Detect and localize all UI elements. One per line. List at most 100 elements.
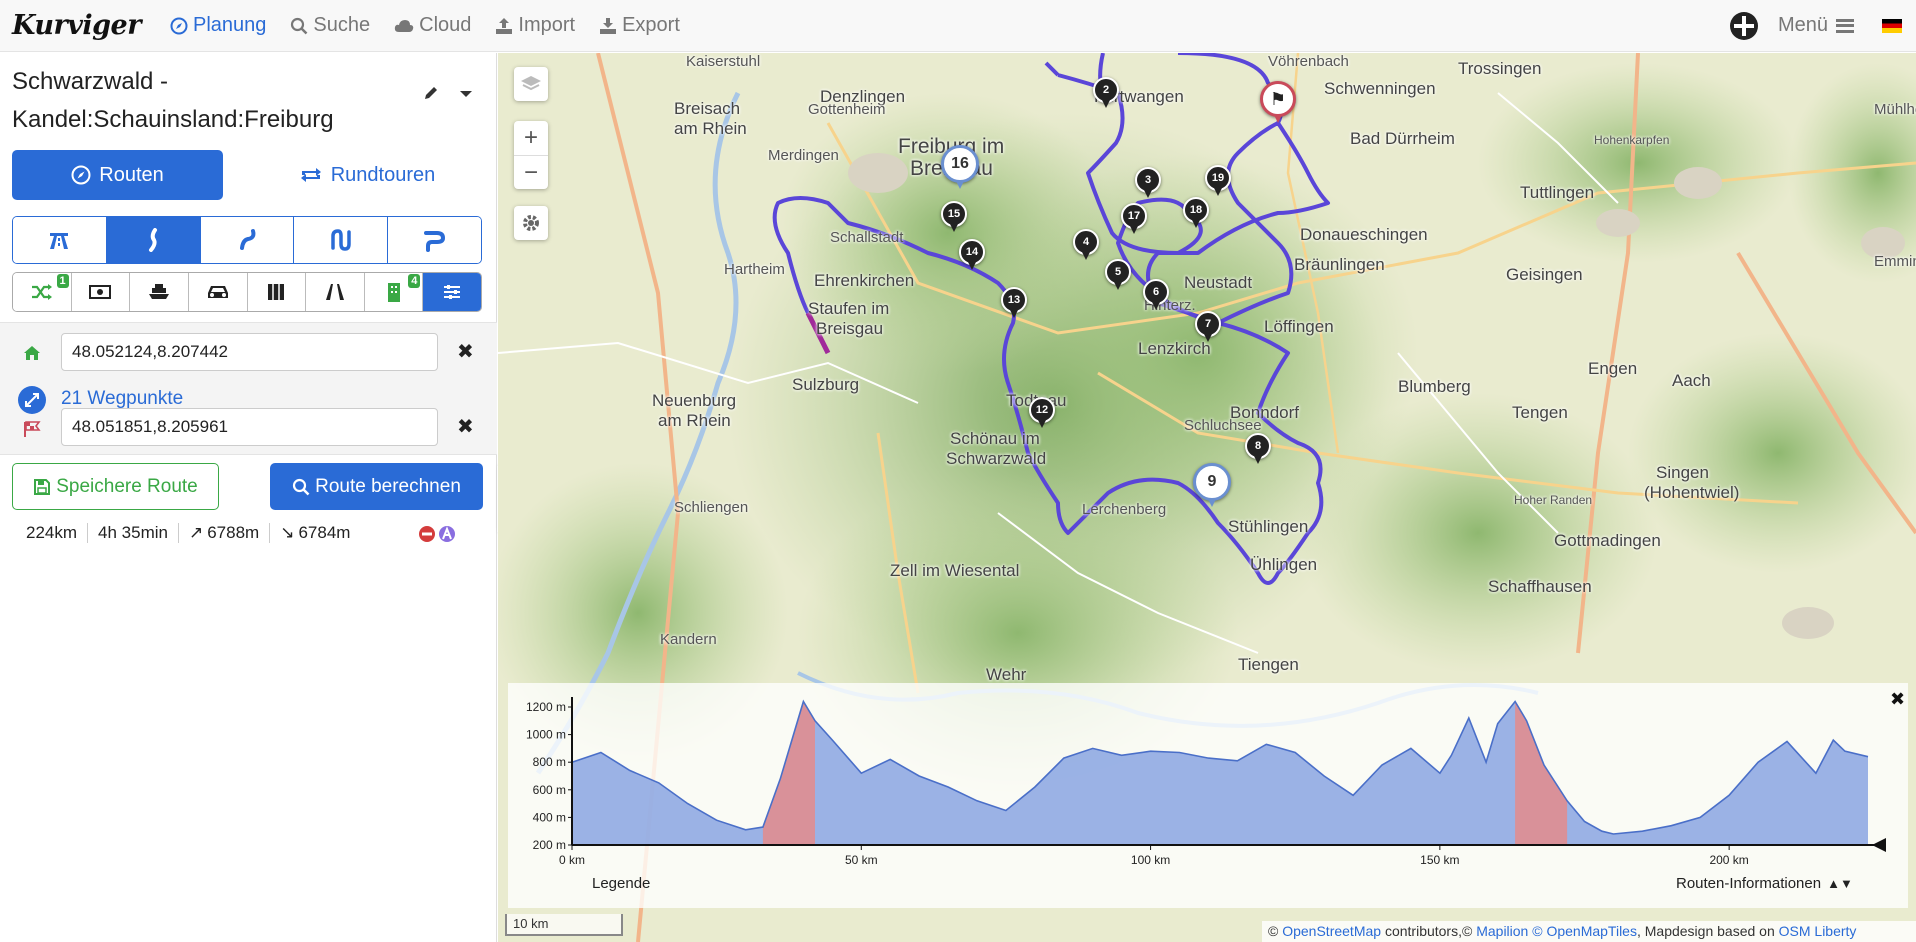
toll-option-button[interactable] (71, 273, 131, 311)
profile-super-curvy-button[interactable] (294, 217, 389, 263)
expand-waypoints-icon[interactable] (18, 386, 46, 414)
map-label: Neuenburg (652, 391, 737, 410)
route-title[interactable]: Schwarzwald - Kandel:Schauinsland:Freibu… (12, 63, 412, 139)
profile-fastest-curvy-button[interactable] (388, 217, 481, 263)
x-tick-label: 200 km (1709, 853, 1748, 867)
ferry-icon (149, 284, 170, 299)
duration-value: 4h 35min (98, 523, 168, 542)
settings-control[interactable] (514, 206, 548, 240)
waypoint-marker[interactable]: 7 (1195, 311, 1221, 342)
waypoint-marker[interactable]: 3 (1135, 167, 1161, 198)
fast-curvy-road-icon (423, 231, 445, 252)
pencil-icon[interactable] (423, 85, 439, 101)
elevation-chart[interactable]: 1200 m 1000 m 800 m 600 m 400 m 200 m0 km 50 k… (508, 683, 1908, 873)
mapilion-link[interactable]: Mapilion (1476, 923, 1528, 939)
nav-export[interactable]: Export (599, 14, 680, 37)
map-label: Gottenheim (808, 101, 886, 118)
layers-control[interactable] (514, 67, 548, 101)
map-label: Bräunlingen (1294, 255, 1385, 274)
nav-cloud[interactable]: Cloud (394, 14, 471, 37)
route-info-link[interactable]: Routen-Informationen ▲▼ (1676, 875, 1853, 892)
zoom-out-button[interactable]: − (514, 155, 548, 189)
map-label: Neustadt (1184, 273, 1253, 292)
no-entry-icon[interactable] (418, 525, 436, 543)
x-tick-label: 150 km (1420, 853, 1459, 867)
city-option-button[interactable]: 4 (364, 273, 424, 311)
waypoint-marker[interactable]: 14 (959, 239, 985, 270)
menu-button[interactable]: Menü (1778, 14, 1854, 37)
waypoint-marker[interactable]: 9 (1193, 463, 1231, 507)
waypoint-marker[interactable]: 2 (1093, 77, 1119, 108)
profile-curvy-button[interactable] (106, 217, 201, 263)
zoom-in-button[interactable]: + (514, 121, 548, 155)
tab-rundtouren-label: Rundtouren (330, 163, 436, 186)
brand-logo[interactable]: Kurviger (12, 10, 152, 41)
finish-marker[interactable]: ⚑ (1260, 81, 1296, 123)
caret-down-icon[interactable] (460, 91, 472, 97)
ferry-option-button[interactable] (130, 273, 189, 311)
waypoint-marker[interactable]: 16 (941, 145, 979, 189)
waypoint-marker[interactable]: 8 (1245, 433, 1271, 464)
user-avatar[interactable] (1729, 11, 1758, 40)
openmaptiles-link[interactable]: © OpenMapTiles (1532, 923, 1637, 939)
waypoint-marker[interactable]: 13 (1001, 287, 1027, 318)
clear-end-icon[interactable]: ✖ (457, 414, 474, 439)
map-label: Stühlingen (1228, 517, 1309, 536)
tab-routes-label: Routen (99, 163, 164, 186)
nav-import[interactable]: Import (495, 14, 575, 37)
end-input[interactable] (61, 408, 438, 446)
map-label: Engen (1588, 359, 1638, 378)
car-option-button[interactable] (188, 273, 248, 311)
highway-icon (50, 233, 69, 249)
waypoint-marker[interactable]: 12 (1029, 397, 1055, 428)
clear-start-icon[interactable]: ✖ (457, 339, 474, 364)
waypoint-marker[interactable]: 6 (1143, 279, 1169, 310)
start-input[interactable] (61, 333, 438, 371)
unpaved-option-button[interactable] (247, 273, 307, 311)
map-label: Hoher Randen (1514, 493, 1593, 507)
waypoint-marker[interactable]: 19 (1205, 165, 1231, 196)
map-label: Donaueschingen (1300, 225, 1428, 244)
shuffle-icon (31, 284, 52, 300)
y-tick-label: 1200 m (526, 700, 566, 714)
nav-planung[interactable]: Planung (170, 14, 266, 37)
pass-road-icon[interactable] (438, 525, 456, 543)
settings-option-button[interactable] (423, 273, 481, 311)
language-flag-icon[interactable] (1882, 18, 1902, 33)
super-curvy-road-icon (331, 229, 351, 251)
road-option-button[interactable] (306, 273, 365, 311)
close-elevation-icon[interactable]: ✖ (1890, 689, 1905, 710)
waypoint-marker[interactable]: 15 (941, 201, 967, 232)
gear-icon[interactable] (514, 206, 548, 240)
map-label: Schönau im (950, 429, 1040, 448)
attribution-prefix: © (1268, 923, 1279, 939)
waypoint-marker[interactable]: 4 (1073, 229, 1099, 260)
waypoint-marker[interactable]: 17 (1121, 203, 1147, 234)
map-label: Gottmadingen (1554, 531, 1661, 550)
profile-highway-button[interactable] (13, 217, 107, 263)
osm-link[interactable]: OpenStreetMap (1282, 923, 1381, 939)
osm-liberty-link[interactable]: OSM Liberty (1779, 923, 1857, 939)
map-label: Ühlingen (1250, 555, 1318, 574)
map-label: Hohenkarpfen (1594, 133, 1670, 147)
nav-right: Menü (1729, 11, 1916, 40)
waypoint-marker[interactable]: 5 (1105, 259, 1131, 290)
layers-icon[interactable] (514, 67, 548, 101)
finish-flag-icon (18, 415, 46, 443)
map-label: (Hohentwiel) (1644, 483, 1740, 502)
legend-link[interactable]: Legende (592, 875, 650, 892)
profile-extra-curvy-button[interactable] (200, 217, 295, 263)
tab-routes[interactable]: Routen (12, 150, 223, 200)
nav-suche[interactable]: Suche (290, 14, 370, 37)
elevation-profile[interactable]: 1200 m 1000 m 800 m 600 m 400 m 200 m0 km 50 k… (508, 683, 1908, 908)
map-label: Bonndorf (1230, 403, 1299, 422)
calculate-route-button[interactable]: Route berechnen (270, 463, 483, 510)
waypoint-marker[interactable]: 18 (1183, 197, 1209, 228)
save-route-button[interactable]: Speichere Route (12, 463, 219, 510)
map-label: Ehrenkirchen (814, 271, 915, 290)
map-label: Zell im Wiesental (890, 561, 1020, 580)
tab-rundtouren[interactable]: Rundtouren (262, 150, 472, 200)
map-label: Emming (1874, 253, 1916, 270)
waypoint-count-link[interactable]: 21 Wegpunkte (61, 388, 183, 410)
shuffle-option-button[interactable]: 1 (13, 273, 72, 311)
